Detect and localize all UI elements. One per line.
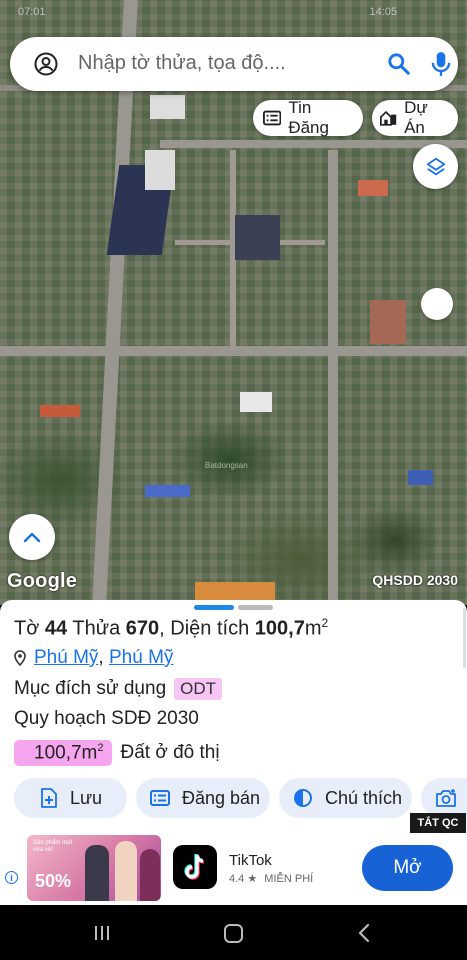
ad-app-price: MIỄN PHÍ [264, 873, 314, 885]
search-input[interactable]: Nhập tờ thửa, tọa độ.... [78, 52, 286, 75]
zoning-area-superscript: 2 [97, 742, 104, 754]
zoning-area-chip: 100,7m2 [14, 740, 112, 767]
map-building [195, 582, 275, 600]
sheet-page-indicator[interactable] [194, 605, 274, 610]
star-icon: ★ [247, 873, 258, 885]
map-building [235, 215, 280, 260]
sheet-label: Tờ [14, 617, 40, 640]
area-value: 100,7 [254, 617, 305, 640]
projects-chip-label: Dự Án [404, 98, 428, 137]
ad-banner[interactable]: i Sản phẩm mới vừa về! 50% TikTok 4.4 ★ … [0, 833, 467, 905]
map-building [145, 150, 175, 190]
zoning-land-use: Đất ở đô thị [120, 742, 220, 764]
home-icon[interactable] [224, 924, 243, 943]
post-for-sale-label: Đăng bán [182, 787, 261, 808]
status-left: 07:01 [18, 6, 46, 18]
microphone-icon[interactable] [428, 50, 454, 78]
land-use-purpose-label: Mục đích sử dụng [14, 678, 167, 699]
listings-chip-label: Tin Đăng [288, 98, 329, 137]
location-row: Phú Mỹ, Phú Mỹ [14, 647, 173, 669]
parcel-info-sheet: Tờ 44 Thửa 670, Diện tích 100,7m2 Phú Mỹ… [0, 600, 467, 835]
save-button-label: Lưu [70, 787, 103, 808]
tiktok-app-icon[interactable] [173, 845, 217, 889]
recent-apps-icon[interactable] [93, 924, 111, 942]
zoning-area-row: 100,7m2 Đất ở đô thị [14, 740, 220, 767]
legend-button-label: Chú thích [325, 787, 403, 808]
land-use-purpose-row: Mục đích sử dụng ODT [14, 678, 223, 700]
add-document-icon [41, 788, 57, 808]
map-watermark: Batdongsan [205, 461, 248, 470]
ad-model-figure [85, 845, 109, 901]
area-unit-superscript: 2 [321, 616, 329, 630]
map-layer-label: QHSDD 2030 [372, 572, 458, 588]
plot-number: 670 [125, 617, 160, 640]
plot-label: Thửa [72, 617, 121, 640]
map-building [40, 405, 80, 417]
back-icon[interactable] [357, 922, 371, 944]
ad-app-name: TikTok [229, 852, 272, 869]
projects-chip[interactable]: Dự Án [372, 98, 458, 137]
land-use-code-badge: ODT [174, 678, 223, 700]
map-handle-button[interactable] [421, 288, 453, 320]
listing-card-icon [150, 790, 170, 806]
map-building [240, 392, 272, 412]
account-icon[interactable] [34, 52, 58, 76]
system-nav-bar [0, 905, 467, 960]
map-road [328, 150, 338, 605]
contrast-icon [294, 789, 312, 807]
chevron-up-icon [23, 532, 41, 543]
ad-model-figure [115, 841, 137, 901]
tiktok-note-icon [184, 853, 205, 880]
expand-sheet-button[interactable] [9, 514, 55, 560]
building-icon [380, 110, 397, 126]
listing-card-icon [263, 110, 282, 126]
ad-image-discount: 50% [35, 871, 72, 891]
search-icon[interactable] [386, 51, 412, 77]
save-button[interactable]: Lưu [14, 778, 127, 818]
google-logo: Google [7, 570, 78, 592]
scrollbar[interactable] [463, 608, 466, 668]
ad-info-icon[interactable]: i [5, 871, 18, 884]
close-ad-button[interactable]: TẮT QC [410, 813, 466, 833]
map-building [145, 485, 190, 497]
ad-app-rating: 4.4 [229, 873, 245, 885]
action-buttons: Lưu Đăng bán Chú thích [14, 778, 467, 820]
ad-image[interactable]: Sản phẩm mới vừa về! 50% [27, 835, 161, 901]
ward-link[interactable]: Phú Mỹ [34, 647, 98, 669]
status-right: 14:05 [369, 6, 397, 18]
app-screen: 07:01 14:05 Batdongsan Nhập tờ thửa, tọa… [0, 0, 467, 960]
sheet-number: 44 [44, 617, 68, 640]
map-building [370, 300, 406, 344]
zoning-plan-title: Quy hoạch SDĐ 2030 [14, 708, 199, 729]
satellite-map[interactable]: 07:01 14:05 Batdongsan Nhập tờ thửa, tọa… [0, 0, 467, 605]
ad-app-meta: 4.4 ★ MIỄN PHÍ [229, 872, 313, 885]
map-building [358, 180, 388, 196]
area-label: , Diện tích [159, 617, 250, 640]
status-bar: 07:01 14:05 [0, 6, 467, 20]
post-for-sale-button[interactable]: Đăng bán [136, 778, 270, 818]
map-layers-button[interactable] [413, 144, 458, 189]
location-separator: , [98, 647, 109, 668]
add-photo-icon [436, 789, 456, 807]
legend-button[interactable]: Chú thích [279, 778, 412, 818]
listings-chip[interactable]: Tin Đăng [253, 98, 363, 137]
photo-button[interactable] [421, 778, 467, 818]
map-building [150, 95, 185, 119]
zoning-area-value: 100,7m [34, 742, 98, 764]
ad-image-caption: Sản phẩm mới vừa về! [33, 840, 73, 853]
map-road [160, 140, 467, 148]
open-app-button[interactable]: Mở [362, 845, 453, 891]
map-building [408, 470, 433, 485]
location-pin-icon [14, 650, 26, 666]
layers-icon [426, 157, 445, 175]
ad-model-figure [140, 849, 160, 901]
district-link[interactable]: Phú Mỹ [109, 647, 173, 669]
area-unit: m [304, 617, 322, 640]
search-bar[interactable]: Nhập tờ thửa, tọa độ.... [10, 37, 458, 91]
sheet-page-2[interactable] [238, 605, 273, 610]
sheet-page-1[interactable] [194, 605, 234, 610]
parcel-title: Tờ 44 Thửa 670, Diện tích 100,7m2 [14, 616, 328, 641]
